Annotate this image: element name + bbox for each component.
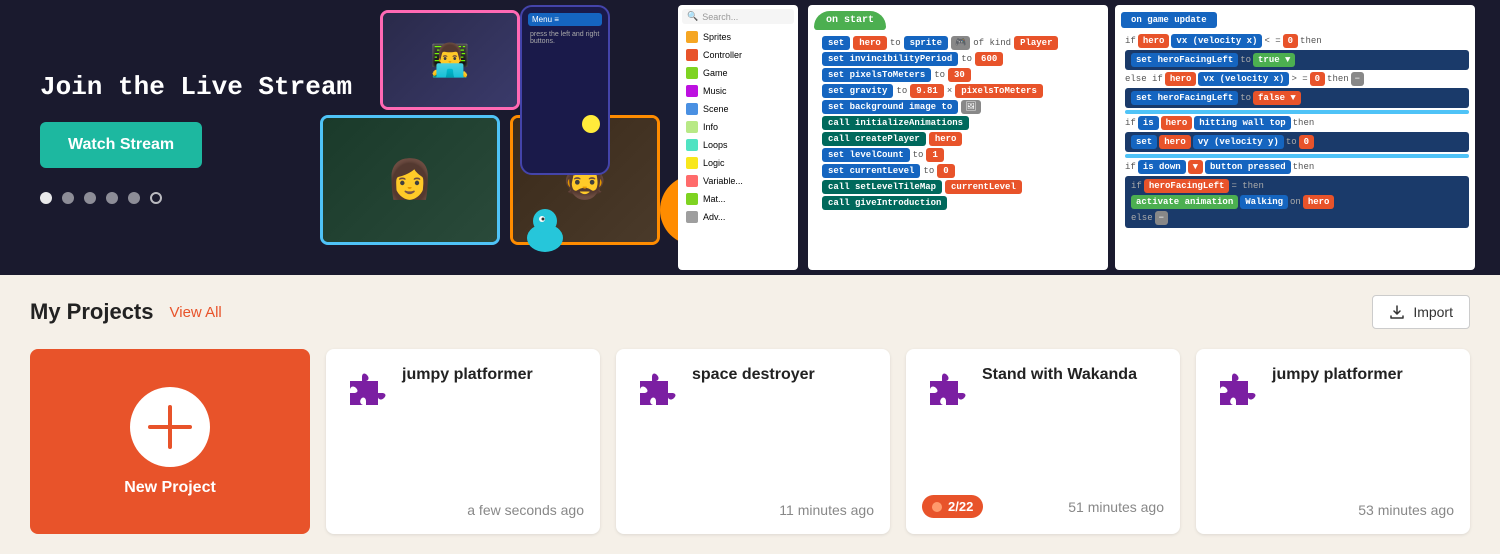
menu-loops: Loops (682, 136, 794, 154)
import-label: Import (1413, 304, 1453, 320)
progress-value: 2/22 (948, 499, 973, 514)
project-card-1[interactable]: jumpy platformer a few seconds ago (326, 349, 600, 534)
hero-title: Join the Live Stream (40, 72, 352, 102)
video-panel-1: 👨‍💻 (380, 10, 520, 110)
hero-left-content: Join the Live Stream Watch Stream (0, 72, 352, 204)
watch-stream-button[interactable]: Watch Stream (40, 122, 202, 168)
hero-section: Join the Live Stream Watch Stream 👨‍💻 👩 (0, 0, 1500, 275)
dot-3[interactable] (84, 192, 96, 204)
progress-badge: 2/22 (922, 495, 983, 518)
new-project-label: New Project (124, 479, 216, 497)
hero-dots-nav (40, 192, 352, 204)
puzzle-icon-1 (342, 365, 390, 413)
new-project-circle (130, 387, 210, 467)
project-time-4: 53 minutes ago (1212, 502, 1454, 518)
menu-controller: Controller (682, 46, 794, 64)
view-all-link[interactable]: View All (170, 304, 222, 321)
project-card-2[interactable]: space destroyer 11 minutes ago (616, 349, 890, 534)
project-time-2: 11 minutes ago (632, 502, 874, 518)
project-card-3-bottom: 2/22 51 minutes ago (922, 495, 1164, 518)
menu-advanced: Adv... (682, 208, 794, 226)
import-icon (1389, 304, 1405, 320)
project-card-4-top: jumpy platformer (1212, 365, 1454, 413)
code-blocks-game-update: on game update if hero vx (velocity x) <… (1115, 5, 1475, 270)
project-name-3: Stand with Wakanda (982, 365, 1137, 386)
menu-info: Info (682, 118, 794, 136)
project-card-2-top: space destroyer (632, 365, 874, 413)
menu-music: Music (682, 82, 794, 100)
project-name-1: jumpy platformer (402, 365, 533, 386)
projects-title-group: My Projects View All (30, 299, 222, 325)
project-card-1-top: jumpy platformer (342, 365, 584, 413)
menu-variables: Variable... (682, 172, 794, 190)
menu-game: Game (682, 64, 794, 82)
project-time-3: 51 minutes ago (1068, 499, 1164, 515)
teal-character (520, 206, 570, 265)
progress-dot (932, 502, 942, 512)
phone-frame: Menu ≡ press the left and right buttons. (520, 5, 610, 175)
menu-math: Mat... (682, 190, 794, 208)
import-button[interactable]: Import (1372, 295, 1470, 329)
project-card-4[interactable]: jumpy platformer 53 minutes ago (1196, 349, 1470, 534)
puzzle-icon-4 (1212, 365, 1260, 413)
project-time-1: a few seconds ago (342, 502, 584, 518)
projects-section: My Projects View All Import New Project (0, 275, 1500, 554)
dot-5[interactable] (128, 192, 140, 204)
menu-sprites: Sprites (682, 28, 794, 46)
projects-header: My Projects View All Import (30, 295, 1470, 329)
project-name-4: jumpy platformer (1272, 365, 1403, 386)
puzzle-icon-3 (922, 365, 970, 413)
project-card-3-top: Stand with Wakanda (922, 365, 1164, 413)
dot-6[interactable] (150, 192, 162, 204)
makecode-menu: 🔍Search... Sprites Controller Game Music… (678, 5, 798, 270)
menu-logic: Logic (682, 154, 794, 172)
projects-title: My Projects (30, 299, 154, 325)
plus-icon (148, 405, 192, 449)
projects-grid: New Project jumpy platformer a few secon… (30, 349, 1470, 534)
code-blocks-on-start: on start set hero to sprite 🎮 of kind Pl… (808, 5, 1108, 270)
puzzle-icon-2 (632, 365, 680, 413)
project-card-3[interactable]: Stand with Wakanda 2/22 51 minutes ago (906, 349, 1180, 534)
dot-1[interactable] (40, 192, 52, 204)
dot-2[interactable] (62, 192, 74, 204)
new-project-card[interactable]: New Project (30, 349, 310, 534)
menu-scene: Scene (682, 100, 794, 118)
hero-visuals: 👨‍💻 👩 🧔 Menu ≡ press the left and right … (320, 0, 1500, 275)
dot-4[interactable] (106, 192, 118, 204)
project-name-2: space destroyer (692, 365, 815, 386)
